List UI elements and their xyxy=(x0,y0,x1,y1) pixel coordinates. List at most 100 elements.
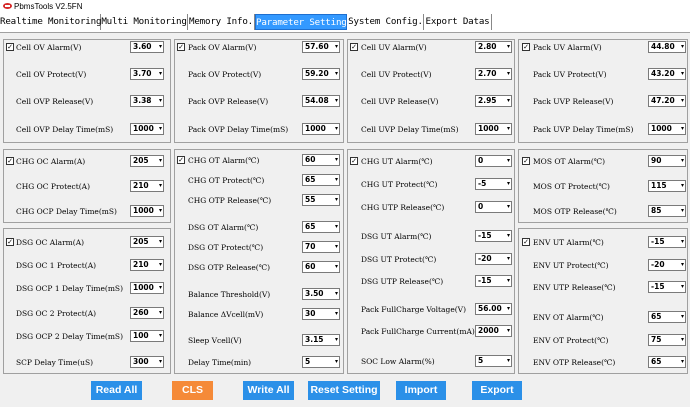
chg-ut-alarm-checkbox[interactable]: ✓ xyxy=(350,157,358,165)
chg-otp-release-input[interactable]: 55 ▾ xyxy=(302,194,340,206)
env-otp-release-input[interactable]: 65 ▾ xyxy=(648,356,686,368)
chevron-down-icon: ▾ xyxy=(506,157,510,164)
tab-realtime-monitoring[interactable]: Realtime Monitoring xyxy=(0,14,101,30)
chevron-down-icon: ▾ xyxy=(680,261,684,268)
pack-uv-alarm-input[interactable]: 44.80 ▾ xyxy=(648,41,686,53)
dsg-ot-alarm-input[interactable]: 65 ▾ xyxy=(302,221,340,233)
env-utp-release-input[interactable]: -15 ▾ xyxy=(648,281,686,293)
dsg-oc2-protect-input[interactable]: 260 ▾ xyxy=(130,307,164,319)
cell-uv-alarm-checkbox[interactable]: ✓ xyxy=(350,43,358,51)
dsg-ut-alarm-input[interactable]: -15 ▾ xyxy=(475,230,512,242)
pack-fullcharge-current-input[interactable]: 2000 ▾ xyxy=(475,325,512,337)
cell-uv-protect-input[interactable]: 2.70 ▾ xyxy=(475,68,512,80)
chg-ocp-delay-input[interactable]: 1000 ▾ xyxy=(130,205,164,217)
chevron-down-icon: ▾ xyxy=(680,125,684,132)
dsg-ocp1-delay-input[interactable]: 1000 ▾ xyxy=(130,282,164,294)
tab-export-datas[interactable]: Export Datas xyxy=(424,14,492,30)
cell-uvp-release-input[interactable]: 2.95 ▾ xyxy=(475,95,512,107)
scp-delay-input[interactable]: 300 ▾ xyxy=(130,356,164,368)
cls-button[interactable]: CLS xyxy=(172,381,213,400)
pack-ov-alarm-input[interactable]: 57.60 ▾ xyxy=(302,41,340,53)
env-ut-alarm-checkbox[interactable]: ✓ xyxy=(522,238,530,246)
chg-ot-protect-input[interactable]: 65 ▾ xyxy=(302,174,340,186)
cell-ov-alarm-input[interactable]: 3.60 ▾ xyxy=(130,41,164,53)
env-ot-alarm-input[interactable]: 65 ▾ xyxy=(648,311,686,323)
chevron-down-icon: ▾ xyxy=(506,305,510,312)
chg-oc-alarm-checkbox[interactable]: ✓ xyxy=(6,157,14,165)
dsg-oc1-protect-input[interactable]: 210 ▾ xyxy=(130,259,164,271)
env-ut-alarm-input[interactable]: -15 ▾ xyxy=(648,236,686,248)
cell-ov-protect-input[interactable]: 3.70 ▾ xyxy=(130,68,164,80)
env-ot-protect-input[interactable]: 75 ▾ xyxy=(648,334,686,346)
chevron-down-icon: ▾ xyxy=(158,70,162,77)
dsg-utp-release-input[interactable]: -15 ▾ xyxy=(475,275,512,287)
delay-time-input[interactable]: 5 ▾ xyxy=(302,356,340,368)
mos-ot-alarm-checkbox[interactable]: ✓ xyxy=(522,157,530,165)
reset-setting-button[interactable]: Reset Setting xyxy=(308,381,380,400)
env-ut-protect-label: ENV UT Protect(℃) xyxy=(533,261,609,270)
chg-ut-protect-input[interactable]: -5 ▾ xyxy=(475,178,512,190)
dsg-ut-protect-input[interactable]: -20 ▾ xyxy=(475,253,512,265)
balance-threshold-label: Balance Threshold(V) xyxy=(188,290,271,299)
env-ot-protect-label: ENV OT Protect(℃) xyxy=(533,336,609,345)
dsg-ot-protect-input[interactable]: 70 ▾ xyxy=(302,241,340,253)
chg-oc-protect-input[interactable]: 210 ▾ xyxy=(130,180,164,192)
env-otp-release-label: ENV OTP Release(℃) xyxy=(533,358,616,367)
tab-parameter-setting[interactable]: Parameter Setting xyxy=(255,14,347,30)
chg-ut-alarm-input[interactable]: 0 ▾ xyxy=(475,155,512,167)
cell-ovp-release-input[interactable]: 3.38 ▾ xyxy=(130,95,164,107)
pack-ov-alarm-checkbox[interactable]: ✓ xyxy=(177,43,185,51)
cell-ov-alarm-checkbox[interactable]: ✓ xyxy=(6,43,14,51)
import-button[interactable]: Import xyxy=(396,381,446,400)
mos-ot-protect-input[interactable]: 115 ▾ xyxy=(648,180,686,192)
chevron-down-icon: ▾ xyxy=(158,97,162,104)
balance-threshold-input[interactable]: 3.50 ▾ xyxy=(302,288,340,300)
chg-ot-protect-label: CHG OT Protect(℃) xyxy=(188,176,265,185)
tab-memory-info[interactable]: Memory Info. xyxy=(188,14,255,30)
cell-uv-alarm-input[interactable]: 2.80 ▾ xyxy=(475,41,512,53)
soc-low-alarm-input[interactable]: 5 ▾ xyxy=(475,355,512,367)
dsg-oc-alarm-input[interactable]: 205 ▾ xyxy=(130,236,164,248)
read-all-button[interactable]: Read All xyxy=(91,381,142,400)
pack-fullcharge-voltage-input[interactable]: 56.00 ▾ xyxy=(475,303,512,315)
pack-ovp-release-input[interactable]: 54.08 ▾ xyxy=(302,95,340,107)
pack-uv-alarm-label: Pack UV Alarm(V) xyxy=(533,43,602,52)
chg-ot-alarm-input[interactable]: 60 ▾ xyxy=(302,154,340,166)
export-button[interactable]: Export xyxy=(472,381,522,400)
mos-ot-alarm-input[interactable]: 90 ▾ xyxy=(648,155,686,167)
pack-uv-protect-input[interactable]: 43.20 ▾ xyxy=(648,68,686,80)
chevron-down-icon: ▾ xyxy=(506,357,510,364)
chevron-down-icon: ▾ xyxy=(680,336,684,343)
cell-uvp-delay-input[interactable]: 1000 ▾ xyxy=(475,123,512,135)
chevron-down-icon: ▾ xyxy=(158,182,162,189)
chg-ot-alarm-label: CHG OT Alarm(℃) xyxy=(188,156,260,165)
cell-ovp-delay-input[interactable]: 1000 ▾ xyxy=(130,123,164,135)
tab-multi-monitoring[interactable]: Multi Monitoring xyxy=(101,14,188,30)
write-all-button[interactable]: Write All xyxy=(243,381,294,400)
pack-uvp-release-input[interactable]: 47.20 ▾ xyxy=(648,95,686,107)
title-bar: PbmsTools V2.5FN xyxy=(0,0,690,13)
mos-otp-release-input[interactable]: 85 ▾ xyxy=(648,205,686,217)
pack-ovp-delay-input[interactable]: 1000 ▾ xyxy=(302,123,340,135)
chevron-down-icon: ▾ xyxy=(506,97,510,104)
sleep-vcell-input[interactable]: 3.15 ▾ xyxy=(302,334,340,346)
pack-uv-alarm-checkbox[interactable]: ✓ xyxy=(522,43,530,51)
cell-uv-protect-label: Cell UV Protect(V) xyxy=(361,70,432,79)
chevron-down-icon: ▾ xyxy=(506,180,510,187)
chg-ot-alarm-checkbox[interactable]: ✓ xyxy=(177,156,185,164)
dsg-otp-release-label: DSG OTP Release(℃) xyxy=(188,263,271,272)
chg-oc-alarm-input[interactable]: 205 ▾ xyxy=(130,155,164,167)
dsg-ocp2-delay-input[interactable]: 100 ▾ xyxy=(130,330,164,342)
pack-uvp-release-label: Pack UVP Release(V) xyxy=(533,97,614,106)
pack-uvp-delay-input[interactable]: 1000 ▾ xyxy=(648,123,686,135)
dsg-otp-release-input[interactable]: 60 ▾ xyxy=(302,261,340,273)
dsg-oc-alarm-label: DSG OC Alarm(A) xyxy=(16,238,85,247)
tab-system-config[interactable]: System Config. xyxy=(348,14,424,30)
chg-utp-release-input[interactable]: 0 ▾ xyxy=(475,201,512,213)
balance-delta-vcell-input[interactable]: 30 ▾ xyxy=(302,308,340,320)
delay-time-label: Delay Time(min) xyxy=(188,358,252,367)
env-ut-protect-input[interactable]: -20 ▾ xyxy=(648,259,686,271)
dsg-oc-alarm-checkbox[interactable]: ✓ xyxy=(6,238,14,246)
pack-ov-protect-input[interactable]: 59.20 ▾ xyxy=(302,68,340,80)
chevron-down-icon: ▾ xyxy=(158,332,162,339)
